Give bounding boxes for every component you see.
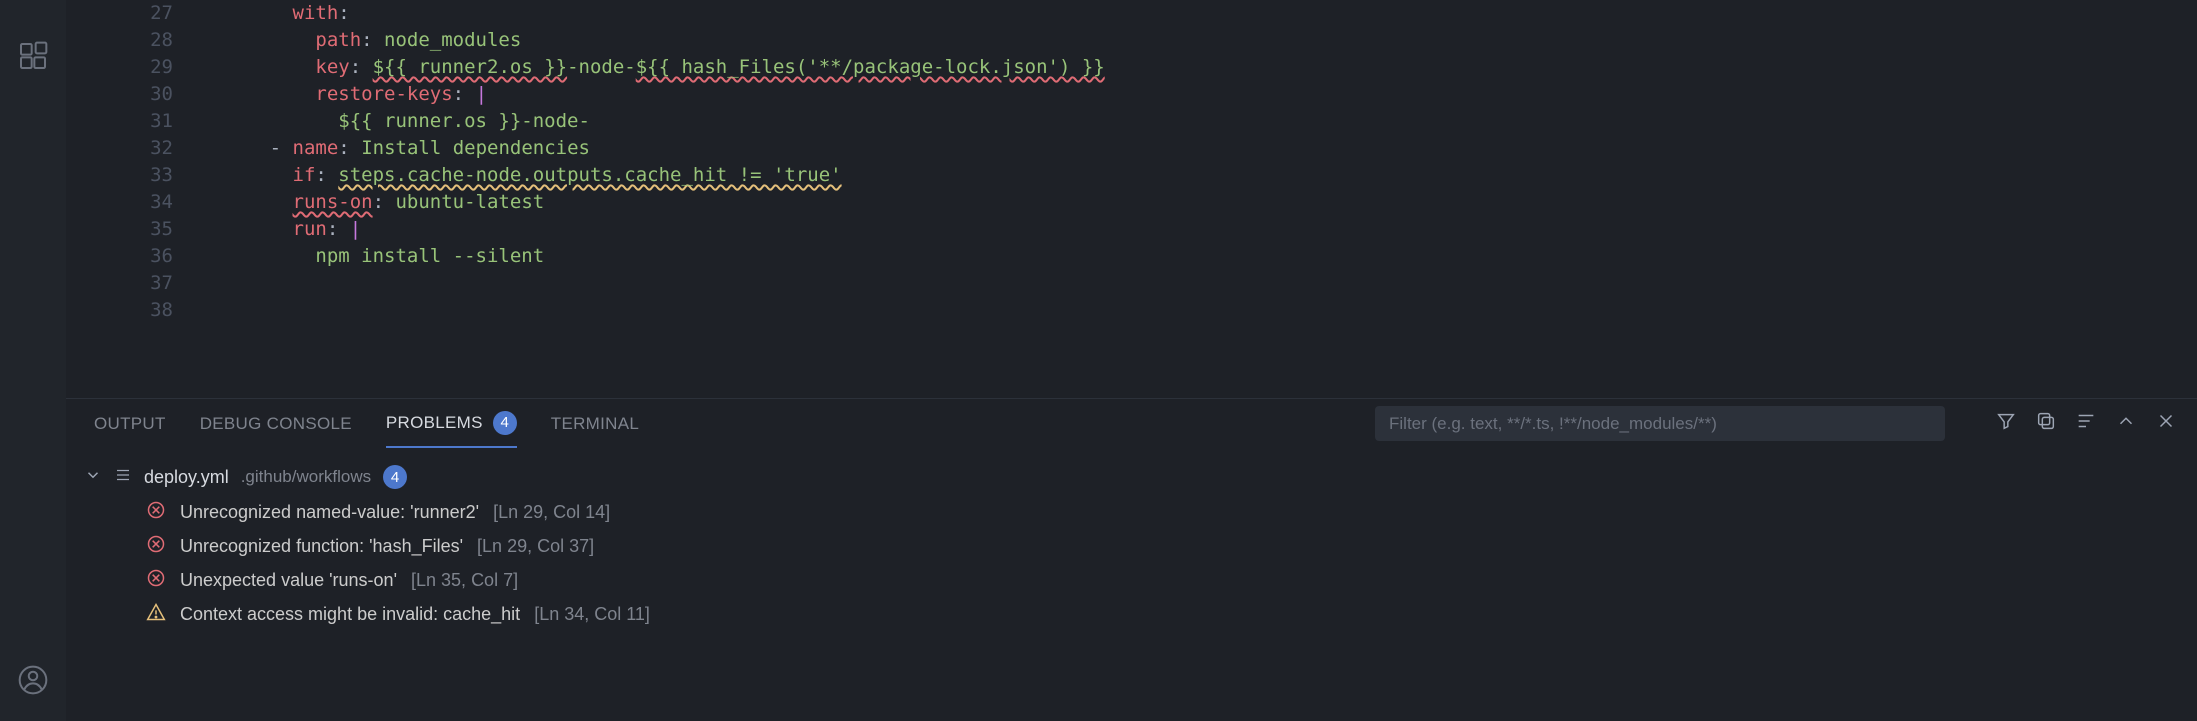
- problems-count-badge: 4: [493, 411, 517, 435]
- activity-bar: [0, 0, 66, 721]
- tab-debug-console[interactable]: DEBUG CONSOLE: [200, 399, 352, 448]
- tab-output[interactable]: OUTPUT: [94, 399, 166, 448]
- problem-row[interactable]: Unexpected value 'runs-on' [Ln 35, Col 7]: [84, 563, 2197, 597]
- tab-problems[interactable]: PROBLEMS 4: [386, 399, 517, 448]
- tab-problems-label: PROBLEMS: [386, 413, 483, 433]
- accounts-icon[interactable]: [17, 664, 49, 701]
- code-editor[interactable]: 272829303132333435363738 with: path: nod…: [66, 0, 2197, 398]
- bottom-panel: OUTPUT DEBUG CONSOLE PROBLEMS 4 TERMINAL: [66, 398, 2197, 721]
- copy-icon[interactable]: [2035, 410, 2057, 437]
- list-icon: [114, 466, 132, 489]
- problem-location: [Ln 34, Col 11]: [534, 604, 650, 625]
- problem-message: Unrecognized named-value: 'runner2': [180, 502, 479, 523]
- problem-row[interactable]: Unrecognized function: 'hash_Files' [Ln 2…: [84, 529, 2197, 563]
- extensions-icon[interactable]: [17, 40, 49, 77]
- problem-row[interactable]: Context access might be invalid: cache_h…: [84, 597, 2197, 631]
- panel-tabs: OUTPUT DEBUG CONSOLE PROBLEMS 4 TERMINAL: [66, 399, 2197, 449]
- problem-message: Unexpected value 'runs-on': [180, 570, 397, 591]
- problem-message: Unrecognized function: 'hash_Files': [180, 536, 463, 557]
- problem-message: Context access might be invalid: cache_h…: [180, 604, 520, 625]
- collapse-all-icon[interactable]: [2075, 410, 2097, 437]
- problem-location: [Ln 35, Col 7]: [411, 570, 518, 591]
- close-icon[interactable]: [2155, 410, 2177, 437]
- problems-file-path: .github/workflows: [241, 467, 371, 487]
- filter-icon[interactable]: [1995, 410, 2017, 437]
- problems-filter-input[interactable]: [1375, 406, 1945, 441]
- chevron-down-icon[interactable]: [84, 466, 102, 489]
- problems-file-row[interactable]: deploy.yml .github/workflows 4: [84, 459, 2197, 495]
- problem-location: [Ln 29, Col 37]: [477, 536, 594, 557]
- chevron-up-icon[interactable]: [2115, 410, 2137, 437]
- problem-row[interactable]: Unrecognized named-value: 'runner2' [Ln 2…: [84, 495, 2197, 529]
- problem-location: [Ln 29, Col 14]: [493, 502, 610, 523]
- error-icon: [146, 568, 166, 593]
- warning-icon: [146, 602, 166, 627]
- file-problem-count-badge: 4: [383, 465, 407, 489]
- error-icon: [146, 534, 166, 559]
- tab-terminal[interactable]: TERMINAL: [551, 399, 639, 448]
- problems-file-name: deploy.yml: [144, 467, 229, 488]
- error-icon: [146, 500, 166, 525]
- problems-list: deploy.yml .github/workflows 4 Unrecogni…: [66, 449, 2197, 721]
- main-area: 272829303132333435363738 with: path: nod…: [66, 0, 2197, 721]
